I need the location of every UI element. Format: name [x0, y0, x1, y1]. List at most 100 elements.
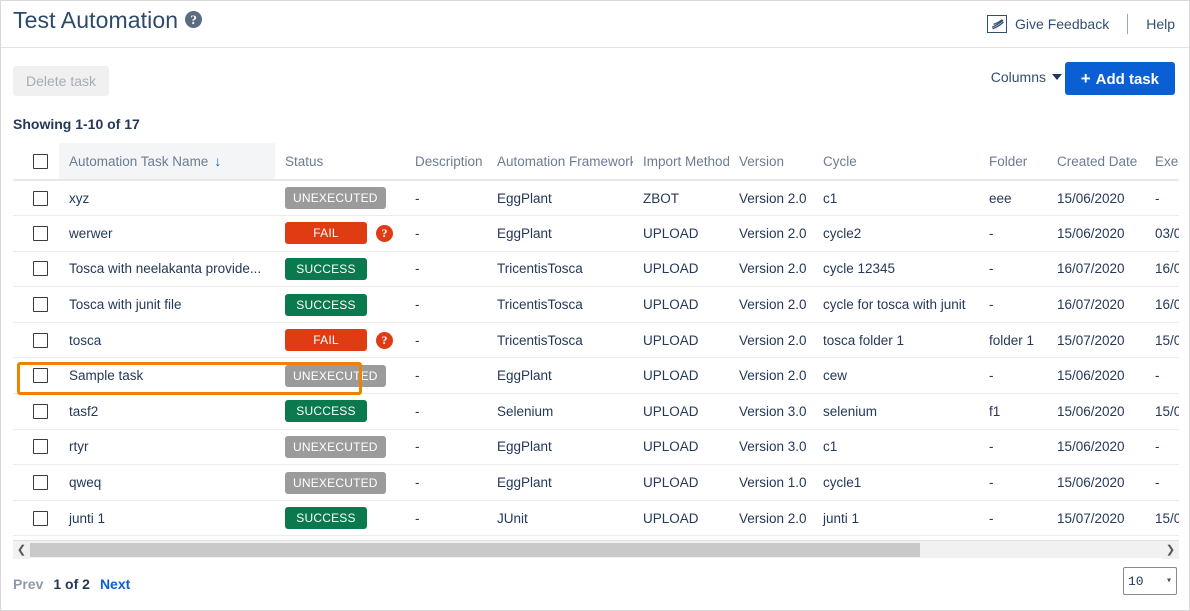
error-info-icon[interactable]: ?	[376, 225, 393, 242]
cell-task-name: tasf2	[59, 394, 275, 430]
cell-status: SUCCESS	[275, 394, 405, 430]
cell-status: FAIL?	[275, 322, 405, 358]
row-checkbox[interactable]	[33, 261, 48, 276]
cell-task-name: rtyr	[59, 429, 275, 465]
page-size-select[interactable]: 10 ▾	[1123, 567, 1177, 595]
table-row[interactable]: junti 1SUCCESS-JUnitUPLOADVersion 2.0jun…	[13, 500, 1179, 536]
cell-folder: -	[979, 216, 1047, 252]
table-row[interactable]: tasf2SUCCESS-SeleniumUPLOADVersion 3.0se…	[13, 394, 1179, 430]
results-summary: Showing 1-10 of 17	[13, 116, 140, 132]
help-link[interactable]: Help	[1146, 16, 1175, 32]
give-feedback-link[interactable]: Give Feedback	[1015, 16, 1109, 32]
cell-automation-framework: EggPlant	[487, 216, 633, 252]
cell-cycle: c1	[813, 429, 979, 465]
column-header-description[interactable]: Description	[405, 143, 487, 180]
pagination-prev[interactable]: Prev	[13, 576, 43, 592]
cell-created-date: 15/06/2020	[1047, 394, 1145, 430]
column-header-import-method[interactable]: Import Method	[633, 143, 729, 180]
cell-import-method: UPLOAD	[633, 251, 729, 287]
cell-version: Version 2.0	[729, 500, 813, 536]
cell-executed-date: 15/0	[1145, 322, 1179, 358]
error-info-icon[interactable]: ?	[376, 332, 393, 349]
row-select-cell	[13, 251, 59, 287]
table-row[interactable]: Tosca with junit fileSUCCESS-TricentisTo…	[13, 287, 1179, 323]
column-header-label: Automation Task Name	[69, 154, 208, 169]
column-header-automation-framework[interactable]: Automation Framework	[487, 143, 633, 180]
cell-description: -	[405, 429, 487, 465]
row-checkbox[interactable]	[33, 191, 48, 206]
question-circle-icon[interactable]: ?	[185, 11, 202, 28]
feedback-wing-icon[interactable]	[987, 15, 1007, 33]
row-checkbox[interactable]	[33, 333, 48, 348]
row-checkbox[interactable]	[33, 511, 48, 526]
cell-task-name: qweq	[59, 465, 275, 501]
horizontal-scrollbar[interactable]: ❮ ❯	[13, 540, 1179, 558]
row-select-cell	[13, 500, 59, 536]
cell-executed-date: -	[1145, 180, 1179, 216]
cell-description: -	[405, 358, 487, 394]
cell-created-date: 16/07/2020	[1047, 251, 1145, 287]
add-task-button[interactable]: +Add task	[1065, 62, 1175, 95]
row-select-cell	[13, 216, 59, 252]
row-checkbox[interactable]	[33, 439, 48, 454]
columns-label: Columns	[991, 69, 1046, 85]
cell-import-method: UPLOAD	[633, 394, 729, 430]
table-row[interactable]: Tosca with neelakanta provide...SUCCESS-…	[13, 251, 1179, 287]
select-all-checkbox[interactable]	[33, 154, 48, 169]
status-badge: UNEXECUTED	[285, 365, 386, 387]
cell-folder: -	[979, 465, 1047, 501]
cell-cycle: cycle1	[813, 465, 979, 501]
status-badge: SUCCESS	[285, 400, 367, 422]
pagination: Prev 1 of 2 Next	[13, 576, 130, 592]
cell-automation-framework: EggPlant	[487, 180, 633, 216]
table-row[interactable]: rtyrUNEXECUTED-EggPlantUPLOADVersion 3.0…	[13, 429, 1179, 465]
cell-import-method: UPLOAD	[633, 216, 729, 252]
table-row[interactable]: Sample taskUNEXECUTED-EggPlantUPLOADVers…	[13, 358, 1179, 394]
scrollbar-track[interactable]	[30, 541, 1162, 559]
cell-status: UNEXECUTED	[275, 358, 405, 394]
row-checkbox[interactable]	[33, 368, 48, 383]
delete-task-button[interactable]: Delete task	[13, 66, 109, 96]
column-header-cycle[interactable]: Cycle	[813, 143, 979, 180]
cell-import-method: UPLOAD	[633, 465, 729, 501]
chevron-down-icon	[1052, 74, 1062, 80]
cell-version: Version 2.0	[729, 251, 813, 287]
cell-status: UNEXECUTED	[275, 465, 405, 501]
cell-description: -	[405, 216, 487, 252]
row-select-cell	[13, 429, 59, 465]
table-row[interactable]: werwerFAIL?-EggPlantUPLOADVersion 2.0cyc…	[13, 216, 1179, 252]
cell-task-name: Tosca with junit file	[59, 287, 275, 323]
cell-cycle: tosca folder 1	[813, 322, 979, 358]
column-header-version[interactable]: Version	[729, 143, 813, 180]
cell-version: Version 2.0	[729, 180, 813, 216]
cell-created-date: 15/06/2020	[1047, 180, 1145, 216]
chevron-right-icon[interactable]: ❯	[1162, 541, 1179, 559]
scrollbar-thumb[interactable]	[30, 543, 920, 557]
cell-created-date: 15/07/2020	[1047, 322, 1145, 358]
table-row[interactable]: toscaFAIL?-TricentisToscaUPLOADVersion 2…	[13, 322, 1179, 358]
cell-version: Version 2.0	[729, 287, 813, 323]
columns-dropdown[interactable]: Columns	[991, 69, 1062, 85]
pagination-indicator: 1 of 2	[53, 576, 90, 592]
row-checkbox[interactable]	[33, 226, 48, 241]
table-row[interactable]: xyzUNEXECUTED-EggPlantZBOTVersion 2.0c1e…	[13, 180, 1179, 216]
table-header-row: Automation Task Name ↓ Status Description…	[13, 143, 1179, 180]
column-header-created-date[interactable]: Created Date	[1047, 143, 1145, 180]
cell-status: SUCCESS	[275, 287, 405, 323]
cell-executed-date: -	[1145, 429, 1179, 465]
cell-cycle: junti 1	[813, 500, 979, 536]
column-header-executed-date[interactable]: Execu	[1145, 143, 1179, 180]
chevron-left-icon[interactable]: ❮	[13, 541, 30, 559]
pagination-next[interactable]: Next	[100, 576, 130, 592]
table-row[interactable]: qweqUNEXECUTED-EggPlantUPLOADVersion 1.0…	[13, 465, 1179, 501]
row-checkbox[interactable]	[33, 404, 48, 419]
cell-description: -	[405, 465, 487, 501]
column-header-automation-task-name[interactable]: Automation Task Name ↓	[59, 143, 275, 180]
cell-executed-date: 03/0	[1145, 216, 1179, 252]
column-header-folder[interactable]: Folder	[979, 143, 1047, 180]
column-header-status[interactable]: Status	[275, 143, 405, 180]
cell-automation-framework: TricentisTosca	[487, 287, 633, 323]
row-checkbox[interactable]	[33, 475, 48, 490]
arrow-down-icon: ↓	[214, 153, 221, 169]
row-checkbox[interactable]	[33, 297, 48, 312]
